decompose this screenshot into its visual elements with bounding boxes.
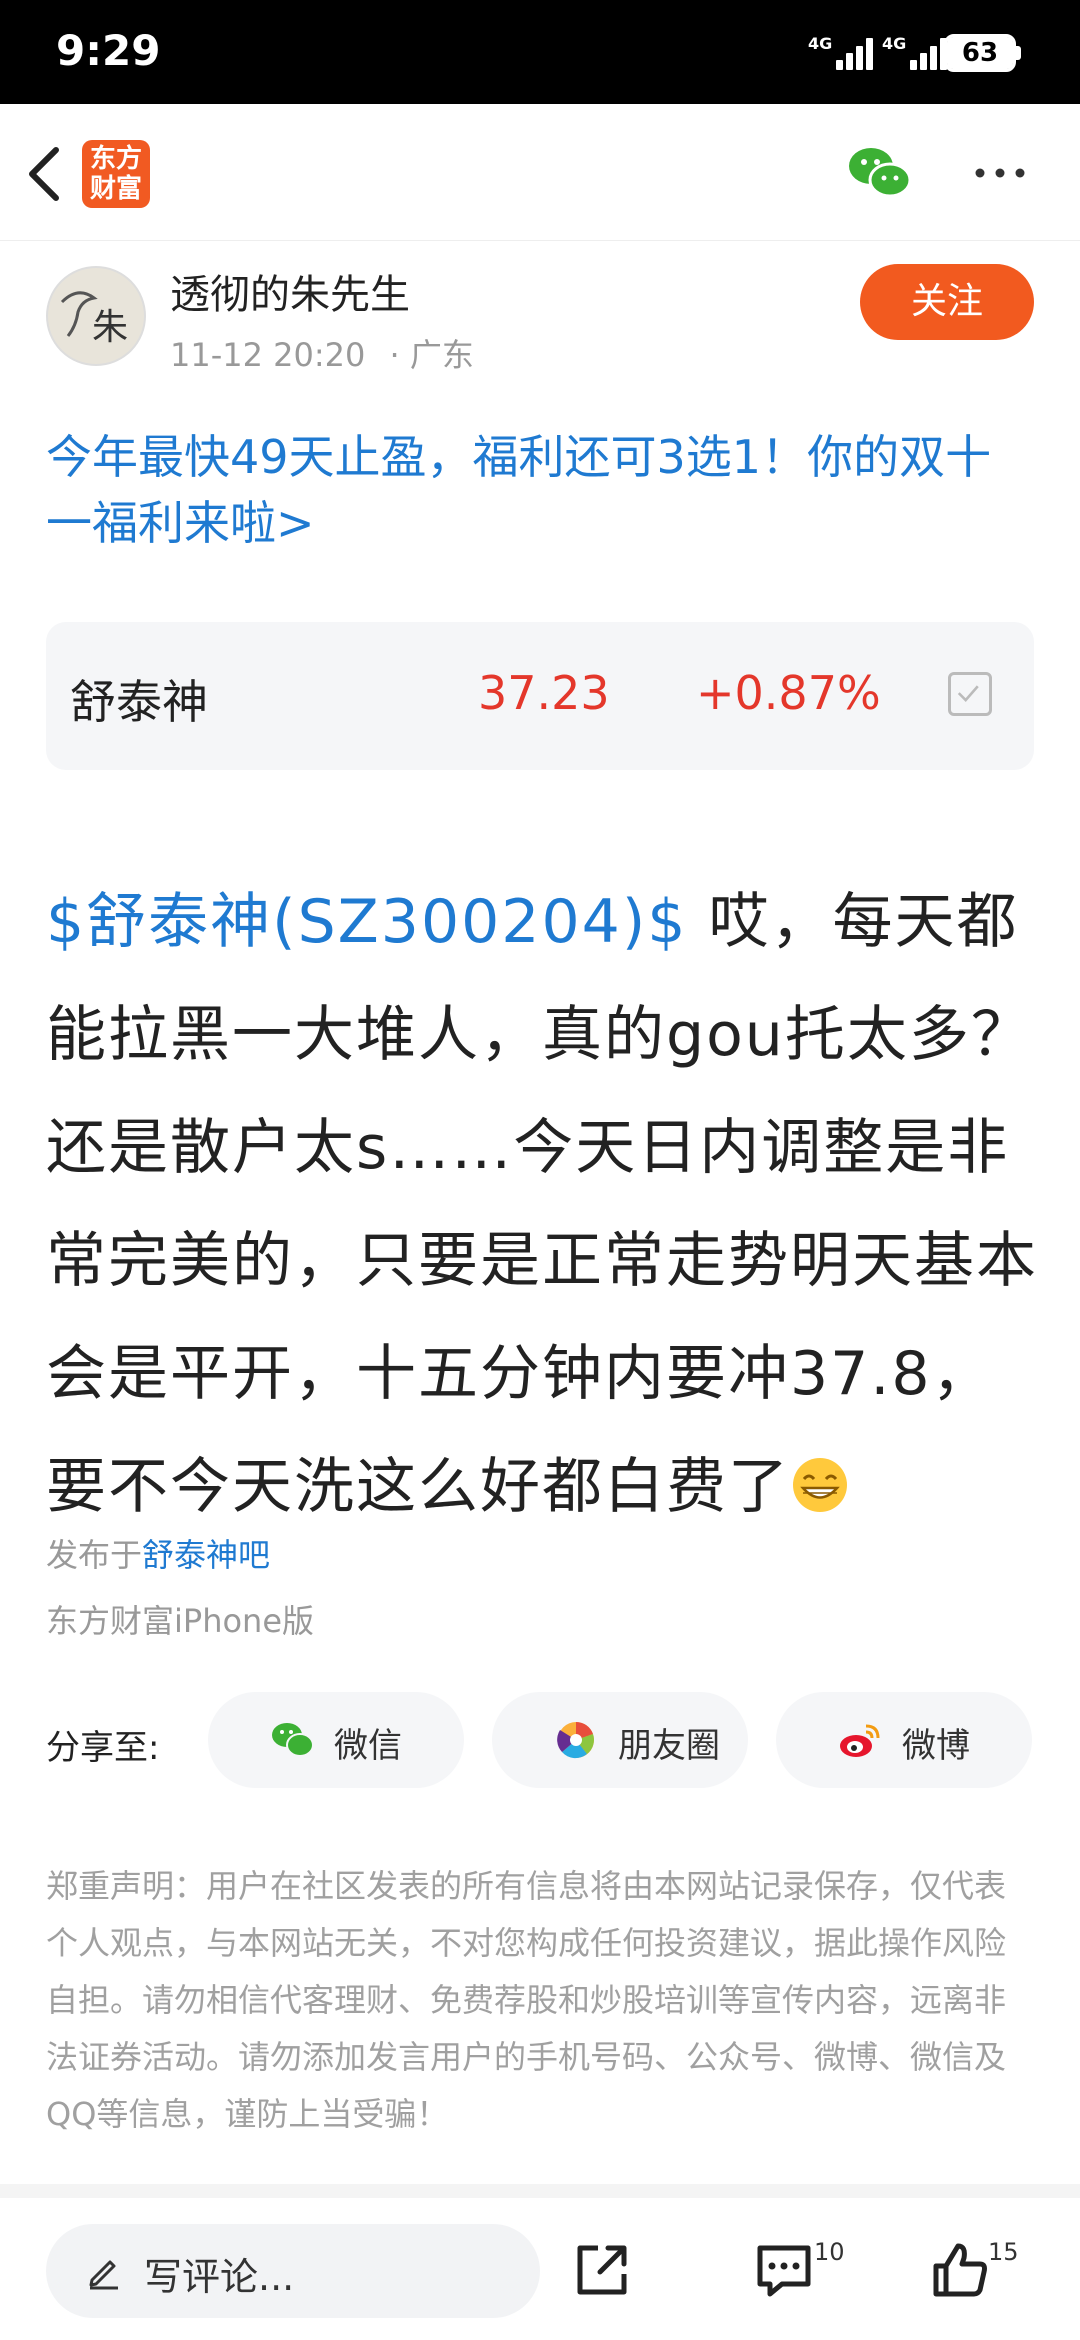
comment-icon[interactable] (752, 2238, 816, 2302)
stock-name: 舒泰神 (70, 675, 208, 729)
top-nav-bar: 东方 财富 (0, 104, 1080, 241)
stock-change: +0.87% (696, 666, 881, 720)
wechat-share-icon[interactable] (846, 144, 912, 202)
watchlist-check-icon[interactable] (948, 672, 992, 716)
back-arrow-icon[interactable] (22, 142, 70, 206)
wechat-icon (272, 1723, 314, 1757)
share-weibo-button[interactable]: 微博 (776, 1692, 1032, 1788)
client-info: 东方财富iPhone版 (46, 1602, 315, 1640)
share-wechat-button[interactable]: 微信 (208, 1692, 464, 1788)
grin-emoji-icon (793, 1458, 847, 1512)
stock-price: 37.23 (478, 666, 610, 720)
moments-icon (557, 1722, 594, 1759)
post-time: 11-12 20:20 (170, 336, 366, 374)
post-text: 哎，每天都能拉黑一大堆人，真的gou托太多？还是散户太s……今天日内调整是非常完… (46, 887, 1038, 1522)
comment-input[interactable]: 写评论... (46, 2224, 540, 2318)
app-logo: 东方 财富 (82, 140, 150, 208)
status-time: 9:29 (56, 26, 161, 75)
battery-icon: 63 (944, 34, 1016, 72)
like-count: 15 (988, 2238, 1019, 2266)
signal-1-icon: 4G (808, 34, 880, 74)
post-meta: 11-12 20:20 · 广东 (170, 330, 474, 376)
weibo-icon (840, 1724, 880, 1757)
forum-link[interactable]: 舒泰神吧 (142, 1536, 270, 1574)
publish-info: 发布于舒泰神吧 (46, 1536, 271, 1574)
more-options-icon[interactable] (970, 158, 1030, 188)
follow-button[interactable]: 关注 (860, 264, 1034, 340)
bottom-action-bar: 写评论... 10 15 (0, 2198, 1080, 2340)
author-name[interactable]: 透彻的朱先生 (170, 262, 410, 320)
disclaimer-text: 郑重声明：用户在社区发表的所有信息将由本网站记录保存，仅代表个人观点，与本网站无… (46, 1867, 1007, 2133)
share-out-icon[interactable] (570, 2238, 634, 2302)
share-label: 分享至: (46, 1728, 160, 1768)
post-location: · 广东 (389, 336, 474, 374)
stock-tag-link[interactable]: $舒泰神(SZ300204)$ (46, 887, 687, 957)
like-thumb-icon[interactable] (928, 2238, 992, 2302)
post-content: $舒泰神(SZ300204)$ 哎，每天都能拉黑一大堆人，真的gou托太多？还是… (46, 866, 1038, 1544)
pen-icon (89, 2260, 118, 2290)
status-bar: 9:29 4G 4G 63 (0, 0, 1080, 104)
section-divider (0, 2184, 1080, 2198)
share-moments-button[interactable]: 朋友圈 (492, 1692, 748, 1788)
author-avatar[interactable]: 朱 (46, 266, 146, 366)
comment-count: 10 (814, 2238, 845, 2266)
promo-link[interactable]: 今年最快49天止盈，福利还可3选1！你的双十一福利来啦> (46, 424, 1036, 556)
stock-card[interactable]: 舒泰神 37.23 +0.87% (46, 622, 1034, 770)
